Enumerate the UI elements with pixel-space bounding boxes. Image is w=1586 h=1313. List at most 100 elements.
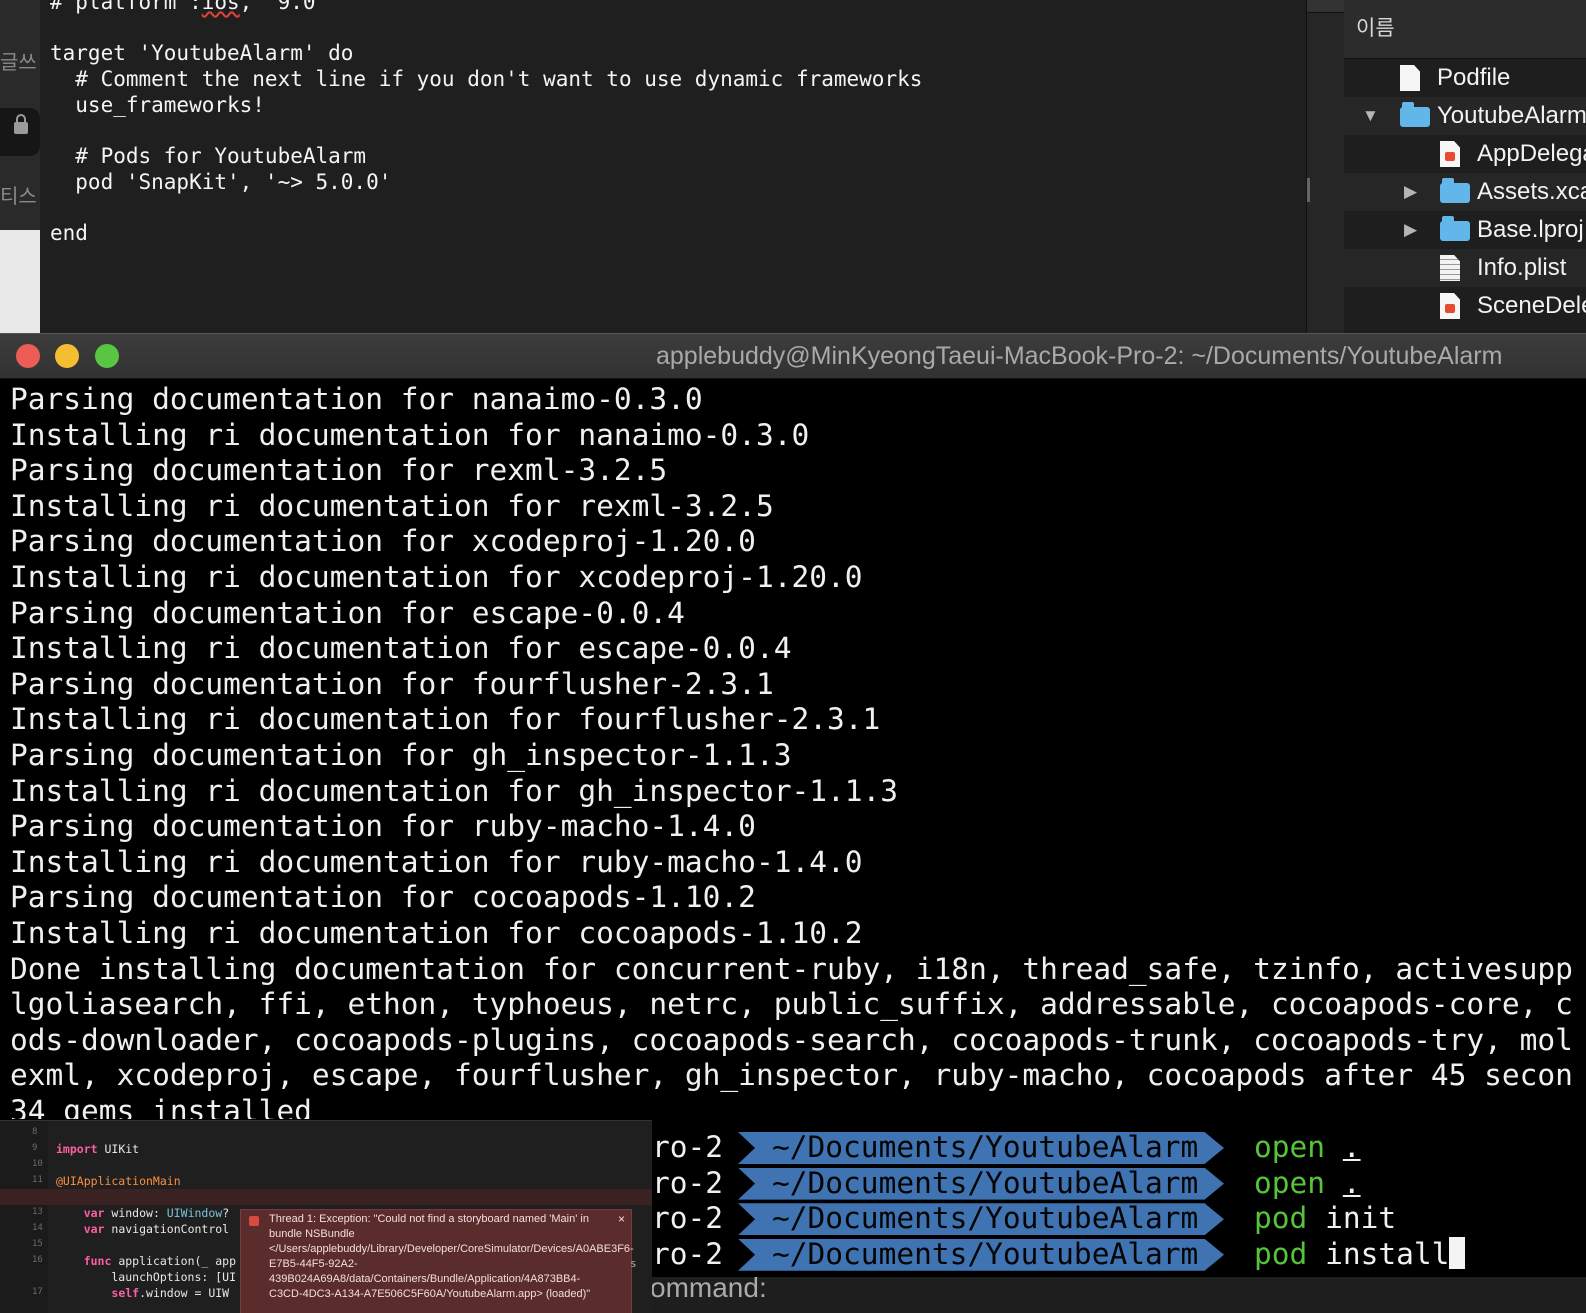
pane-splitter[interactable] [1306, 0, 1345, 333]
code-text: # platform : [50, 0, 202, 14]
command-argument: . [1342, 1165, 1361, 1200]
terminal-output-line: lgoliasearch, ffi, ethon, typhoeus, netr… [10, 987, 1573, 1022]
zoom-window-button[interactable] [95, 344, 119, 368]
disclosure-triangle-icon[interactable]: ▶ [1404, 173, 1417, 211]
terminal-output-line: Installing ri documentation for rexml-3.… [10, 488, 774, 523]
thumbnail-code-line: var navigationControl [83, 1222, 230, 1236]
name-column-header[interactable]: 이름 [1344, 0, 1586, 59]
finder-row[interactable]: Info.plist [1344, 249, 1586, 287]
thumbnail-code-line: import UIKit [56, 1142, 140, 1156]
plist-icon [1440, 255, 1460, 281]
prompt-host: ro-2 [652, 1236, 724, 1271]
terminal-cut-text: ommand: [650, 1272, 767, 1303]
terminal-output-line: Parsing documentation for fourflusher-2.… [10, 666, 774, 701]
prompt-command: pod init [1254, 1201, 1396, 1237]
exception-message: Thread 1: Exception: "Could not find a s… [269, 1213, 634, 1300]
line-number-gutter [0, 1121, 48, 1313]
terminal-output-line: Installing ri documentation for fourflus… [10, 702, 881, 737]
finder-row-label: YoutubeAlarm [1437, 102, 1586, 129]
close-window-button[interactable] [16, 344, 40, 368]
thumbnail-code-line: func application(_ app [83, 1254, 237, 1268]
terminal-title: applebuddy@MinKyeongTaeui-MacBook-Pro-2:… [656, 342, 1503, 370]
finder-row[interactable]: ▶ Base.lproj [1344, 211, 1586, 249]
prompt-path: ~/Documents/YoutubeAlarm [772, 1201, 1199, 1236]
terminal-output-line: Parsing documentation for escape-0.0.4 [10, 595, 685, 630]
minimize-window-button[interactable] [55, 344, 79, 368]
terminal-output-line: Parsing documentation for ruby-macho-1.4… [10, 809, 756, 844]
terminal-output-line: Installing ri documentation for gh_inspe… [10, 773, 899, 808]
command-name: open [1254, 1165, 1326, 1200]
line-number: 9 [32, 1143, 38, 1153]
disclosure-triangle-icon[interactable]: ▶ [1404, 211, 1417, 249]
line-number: 13 [32, 1207, 43, 1217]
prompt-command: pod install [1254, 1236, 1466, 1273]
command-argument: . [1342, 1130, 1361, 1164]
exception-banner: Thread 1: Exception: "Could not find a s… [240, 1209, 634, 1313]
terminal-output-line: Parsing documentation for xcodeproj-1.20… [10, 524, 756, 559]
disclosure-triangle-icon[interactable]: ▼ [1362, 97, 1379, 135]
text-cursor [1449, 1236, 1466, 1269]
splitter-header [1307, 0, 1345, 13]
spell-error-word: ios [201, 0, 240, 14]
prompt-path: ~/Documents/YoutubeAlarm [772, 1130, 1199, 1164]
thumbnail-code-line: launchOptions: [UI [56, 1270, 237, 1284]
prompt-line: ro-2 ~/Documents/YoutubeAlarm pod init [650, 1201, 1586, 1237]
prompt-command: open . [1254, 1166, 1361, 1202]
command-name: pod [1254, 1236, 1308, 1271]
splitter-handle[interactable] [1307, 178, 1310, 202]
terminal-output-line: Installing ri documentation for xcodepro… [10, 559, 863, 594]
finder-file-list: 이름 Podfile ▼ YoutubeAlarm AppDelegate.swift… [1344, 0, 1586, 333]
thumbnail-code-line: self.window = UIW [111, 1286, 230, 1300]
prompt-host: ro-2 [652, 1130, 724, 1164]
terminal-output-line: exml, xcodeproj, escape, fourflusher, gh… [10, 1058, 1573, 1093]
error-icon [249, 1216, 259, 1226]
terminal-output-line: Installing ri documentation for cocoapod… [10, 915, 863, 950]
terminal-output-line: Installing ri documentation for nanaimo-… [10, 417, 810, 452]
close-icon[interactable]: × [618, 1212, 625, 1226]
thumbnail-side-text: s [630, 1257, 637, 1270]
prompt-path: ~/Documents/YoutubeAlarm [772, 1236, 1199, 1271]
line-number: 15 [32, 1239, 43, 1249]
swift-file-icon [1440, 293, 1460, 319]
error-line-highlight [0, 1189, 652, 1205]
terminal-prompts: ro-2 ~/Documents/YoutubeAlarm open . ro-2 ~/… [650, 1130, 1586, 1277]
folder-icon [1440, 216, 1470, 241]
code-line: use_frameworks! [50, 92, 265, 117]
finder-row[interactable]: ▶ Assets.xcassets [1344, 173, 1586, 211]
left-strip-label-1: 글쓰 [0, 50, 37, 74]
finder-row-label: Base.lproj [1477, 216, 1584, 243]
finder-row[interactable]: SceneDelegate.swift [1344, 287, 1586, 325]
finder-row[interactable]: Podfile [1344, 59, 1586, 97]
code-line: end [50, 221, 88, 246]
code-line: # Comment the next line if you don't wan… [50, 67, 923, 92]
prompt-host: ro-2 [652, 1201, 724, 1236]
podfile-editor[interactable]: # platform :ios, '9.0' target 'YoutubeAla… [40, 0, 1306, 333]
terminal-title-bar[interactable]: applebuddy@MinKyeongTaeui-MacBook-Pro-2:… [0, 334, 1586, 379]
swift-file-icon [1440, 141, 1460, 167]
finder-row[interactable]: ▼ YoutubeAlarm [1344, 97, 1586, 135]
line-number: 8 [32, 1127, 38, 1137]
terminal-output-line: Parsing documentation for gh_inspector-1… [10, 737, 792, 772]
xcode-screenshot-thumbnail[interactable]: 89import UIKit1011@UIApplicationMain12cl… [0, 1120, 652, 1313]
command-argument: install [1325, 1236, 1450, 1271]
line-number: 16 [32, 1255, 43, 1265]
code-line: # platform :ios, '9.0' [50, 0, 922, 16]
left-strip-label-2: 티스 [0, 184, 37, 208]
finder-row[interactable]: AppDelegate.swift [1344, 135, 1586, 173]
code-line: target 'YoutubeAlarm' do [50, 41, 354, 66]
terminal-output[interactable]: Parsing documentation for nanaimo-0.3.0 I… [10, 382, 1586, 1119]
finder-row-label: Podfile [1437, 64, 1511, 91]
terminal-output-line: 34 gems installed [10, 1093, 312, 1119]
terminal-output-line: Done installing documentation for concur… [10, 951, 1573, 986]
command-name: open [1254, 1130, 1326, 1164]
terminal-output-line: Installing ri documentation for ruby-mac… [10, 844, 863, 879]
line-number: 11 [32, 1175, 43, 1185]
prompt-line: ro-2 ~/Documents/YoutubeAlarm open . [650, 1130, 1586, 1166]
podfile-code: # platform :ios, '9.0' target 'YoutubeAla… [50, 0, 922, 247]
code-line: pod 'SnapKit', '~> 5.0.0' [50, 169, 392, 194]
finder-row-label: Info.plist [1477, 254, 1567, 281]
terminal-output-line: Parsing documentation for rexml-3.2.5 [10, 453, 668, 488]
prompt-path: ~/Documents/YoutubeAlarm [772, 1165, 1199, 1200]
